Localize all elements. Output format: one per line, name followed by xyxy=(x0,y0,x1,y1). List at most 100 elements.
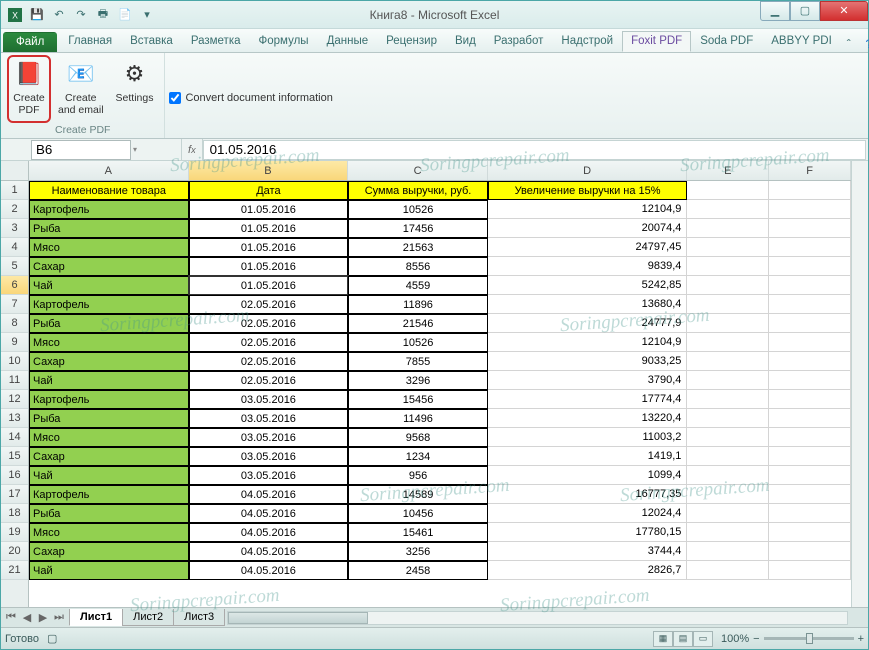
row-header[interactable]: 8 xyxy=(1,314,28,333)
row-header[interactable]: 1 xyxy=(1,181,28,200)
convert-info-checkbox[interactable]: Convert document information xyxy=(165,53,332,138)
cell[interactable]: 13680,4 xyxy=(488,295,688,314)
cell[interactable]: 11496 xyxy=(348,409,488,428)
cell[interactable] xyxy=(769,276,851,295)
horizontal-scrollbar[interactable] xyxy=(227,611,848,625)
cell[interactable] xyxy=(687,542,769,561)
cell[interactable]: 2458 xyxy=(348,561,488,580)
save-icon[interactable]: 💾 xyxy=(27,5,47,25)
cell[interactable] xyxy=(687,181,769,200)
cell[interactable]: Чай xyxy=(29,371,189,390)
cell[interactable]: 1099,4 xyxy=(488,466,688,485)
preview-icon[interactable]: 📄 xyxy=(115,5,135,25)
row-header[interactable]: 14 xyxy=(1,428,28,447)
sheet-nav[interactable]: ⏮◀▶⏭ xyxy=(1,611,69,624)
tab-вставка[interactable]: Вставка xyxy=(121,31,182,52)
cell[interactable]: 3790,4 xyxy=(488,371,688,390)
cell[interactable]: Картофель xyxy=(29,200,189,219)
cell[interactable] xyxy=(769,561,851,580)
cell[interactable] xyxy=(769,352,851,371)
tab-рецензир[interactable]: Рецензир xyxy=(377,31,446,52)
sheet-tab[interactable]: Лист1 xyxy=(69,609,123,626)
fx-icon[interactable]: fx xyxy=(181,139,203,160)
cell[interactable]: Рыба xyxy=(29,314,189,333)
cell[interactable]: 9839,4 xyxy=(488,257,688,276)
cell[interactable] xyxy=(687,200,769,219)
cell[interactable]: 03.05.2016 xyxy=(189,447,349,466)
cell[interactable]: Увеличение выручки на 15% xyxy=(488,181,688,200)
tab-вид[interactable]: Вид xyxy=(446,31,485,52)
cell[interactable] xyxy=(769,257,851,276)
layout-view-button[interactable]: ▤ xyxy=(673,631,693,647)
qat-dropdown-icon[interactable]: ▾ xyxy=(137,5,157,25)
cell[interactable]: 2826,7 xyxy=(488,561,688,580)
cell[interactable]: 12104,9 xyxy=(488,200,688,219)
cell[interactable] xyxy=(687,314,769,333)
cell[interactable]: 04.05.2016 xyxy=(189,542,349,561)
zoom-level[interactable]: 100% xyxy=(721,633,749,645)
cell[interactable]: 16777,35 xyxy=(488,485,688,504)
cell[interactable] xyxy=(687,466,769,485)
minimize-ribbon-icon[interactable]: ˆ xyxy=(841,36,857,52)
ribbon-create-button[interactable]: 📕CreatePDF xyxy=(7,55,51,123)
row-header[interactable]: 12 xyxy=(1,390,28,409)
cell[interactable]: Дата xyxy=(189,181,349,200)
col-header-D[interactable]: D xyxy=(488,161,688,180)
row-header[interactable]: 6 xyxy=(1,276,28,295)
undo-icon[interactable]: ↶ xyxy=(49,5,69,25)
formula-input[interactable] xyxy=(203,140,866,160)
cell[interactable]: Картофель xyxy=(29,485,189,504)
col-header-F[interactable]: F xyxy=(769,161,851,180)
print-icon[interactable]: 🖶 xyxy=(93,5,113,25)
close-button[interactable]: ✕ xyxy=(820,1,868,21)
row-header[interactable]: 3 xyxy=(1,219,28,238)
tab-file[interactable]: Файл xyxy=(3,32,57,52)
cell[interactable]: 15456 xyxy=(348,390,488,409)
normal-view-button[interactable]: ▦ xyxy=(653,631,673,647)
cell[interactable]: Сахар xyxy=(29,447,189,466)
cell[interactable]: 03.05.2016 xyxy=(189,466,349,485)
row-header[interactable]: 15 xyxy=(1,447,28,466)
row-header[interactable]: 13 xyxy=(1,409,28,428)
cell[interactable]: 01.05.2016 xyxy=(189,276,349,295)
ribbon-create-button[interactable]: 📧Createand email xyxy=(53,55,109,123)
tab-надстрой[interactable]: Надстрой xyxy=(552,31,622,52)
row-header[interactable]: 19 xyxy=(1,523,28,542)
cell[interactable]: 956 xyxy=(348,466,488,485)
cell[interactable] xyxy=(769,523,851,542)
tab-foxit pdf[interactable]: Foxit PDF xyxy=(622,31,691,52)
cell[interactable]: 7855 xyxy=(348,352,488,371)
cell[interactable]: 17780,15 xyxy=(488,523,688,542)
cell[interactable] xyxy=(687,409,769,428)
cell[interactable] xyxy=(769,390,851,409)
redo-icon[interactable]: ↷ xyxy=(71,5,91,25)
cell[interactable]: Сахар xyxy=(29,257,189,276)
cell[interactable]: 20074,4 xyxy=(488,219,688,238)
cell[interactable]: 11003,2 xyxy=(488,428,688,447)
col-header-E[interactable]: E xyxy=(687,161,769,180)
help-icon[interactable]: ? xyxy=(861,36,869,52)
cell[interactable] xyxy=(687,447,769,466)
cell[interactable]: 24777,9 xyxy=(488,314,688,333)
cell[interactable]: 17456 xyxy=(348,219,488,238)
cell[interactable] xyxy=(687,485,769,504)
cell[interactable]: Картофель xyxy=(29,390,189,409)
cell[interactable]: 10526 xyxy=(348,200,488,219)
cell[interactable]: 01.05.2016 xyxy=(189,238,349,257)
cell[interactable]: 15461 xyxy=(348,523,488,542)
cell[interactable]: 8556 xyxy=(348,257,488,276)
cell[interactable] xyxy=(687,257,769,276)
cell[interactable]: Мясо xyxy=(29,238,189,257)
cell[interactable] xyxy=(687,390,769,409)
maximize-button[interactable]: ▢ xyxy=(790,1,820,21)
cell[interactable]: Картофель xyxy=(29,295,189,314)
cell[interactable] xyxy=(769,542,851,561)
cells[interactable]: Наименование товараДатаСумма выручки, ру… xyxy=(29,181,851,580)
cell[interactable]: 02.05.2016 xyxy=(189,295,349,314)
row-header[interactable]: 18 xyxy=(1,504,28,523)
row-header[interactable]: 7 xyxy=(1,295,28,314)
row-header[interactable]: 4 xyxy=(1,238,28,257)
tab-главная[interactable]: Главная xyxy=(59,31,121,52)
col-header-B[interactable]: B xyxy=(189,161,349,180)
row-header[interactable]: 16 xyxy=(1,466,28,485)
